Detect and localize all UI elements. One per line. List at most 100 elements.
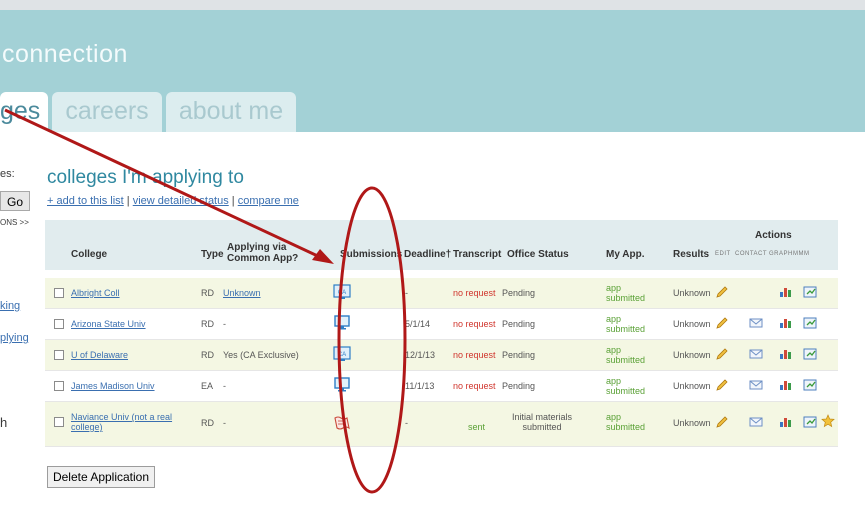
office-status: Pending <box>502 319 536 329</box>
type-cell: RD <box>201 350 214 360</box>
view-detailed-status-link[interactable]: view detailed status <box>133 195 229 207</box>
compare-me-link[interactable]: compare me <box>238 195 299 207</box>
deadline-cell: 11/1/13 <box>405 381 435 391</box>
svg-text:CA: CA <box>338 290 346 296</box>
add-to-list-link[interactable]: + add to this list <box>47 195 124 207</box>
graph-bar-icon[interactable] <box>779 379 793 391</box>
row-checkbox[interactable] <box>54 381 64 391</box>
deadline-cell: - <box>405 418 408 428</box>
link-separator: | <box>228 195 238 207</box>
sidebar-options-link[interactable]: ONS >> <box>0 218 29 227</box>
my-app-status: app submitted <box>606 345 646 365</box>
sidebar-text-fragment: h <box>0 415 8 430</box>
college-link[interactable]: James Madison Univ <box>71 381 155 391</box>
row-checkbox[interactable] <box>54 417 64 427</box>
college-link[interactable]: U of Delaware <box>71 350 128 360</box>
col-mmm: MMM <box>793 251 810 257</box>
common-app-icon[interactable]: CA <box>333 284 351 300</box>
delete-application-button[interactable]: Delete Application <box>47 466 155 488</box>
transcript-status: sent <box>468 422 486 432</box>
row-checkbox[interactable] <box>54 319 64 329</box>
mmm-icon[interactable] <box>803 317 817 329</box>
office-status: Initial materials submitted <box>511 412 573 432</box>
common-app-icon[interactable]: CA <box>333 346 351 362</box>
table-row: James Madison Univ EA - 11/1/13 no reque… <box>45 371 838 402</box>
sidebar-label-fragment: es: <box>0 168 15 180</box>
my-app-status: app submitted <box>606 314 646 334</box>
list-links: + add to this list | view detailed statu… <box>47 195 299 207</box>
paper-icon[interactable] <box>333 415 351 431</box>
applying-via-link[interactable]: Unknown <box>223 288 261 298</box>
app-window: connection ges careers about me es: Go O… <box>0 0 865 513</box>
table-row: U of Delaware RD Yes (CA Exclusive) CA 1… <box>45 340 838 371</box>
graph-bar-icon[interactable] <box>779 416 793 428</box>
deadline-cell: 5/1/14 <box>405 319 431 329</box>
col-contact: CONTACT <box>735 251 768 257</box>
applying-via-cell: - <box>223 381 226 391</box>
office-status: Pending <box>502 288 536 298</box>
tab-careers[interactable]: careers <box>52 92 162 132</box>
transcript-status: no request <box>453 319 496 329</box>
edit-pencil-icon[interactable] <box>715 348 729 360</box>
sidebar-link-fragment[interactable]: king <box>0 300 20 312</box>
graph-bar-icon[interactable] <box>779 348 793 360</box>
applying-via-cell: - <box>223 418 226 428</box>
results-cell: Unknown <box>673 381 711 391</box>
row-checkbox[interactable] <box>54 288 64 298</box>
col-deadline[interactable]: Deadline† <box>404 249 451 260</box>
results-cell: Unknown <box>673 350 711 360</box>
graph-bar-icon[interactable] <box>779 286 793 298</box>
office-status: Pending <box>502 350 536 360</box>
col-college[interactable]: College <box>71 249 107 260</box>
col-transcript: Transcript <box>453 249 502 260</box>
top-banner: connection <box>0 10 865 82</box>
mmm-icon[interactable] <box>803 416 817 428</box>
graph-bar-icon[interactable] <box>779 317 793 329</box>
tab-colleges[interactable]: ges <box>0 92 48 132</box>
college-link[interactable]: Albright Coll <box>71 288 120 298</box>
college-link[interactable]: Naviance Univ (not a real college) <box>71 412 191 432</box>
edit-pencil-icon[interactable] <box>715 317 729 329</box>
link-separator: | <box>123 195 133 207</box>
applying-via-cell: - <box>223 319 226 329</box>
my-app-status: app submitted <box>606 412 646 432</box>
go-button[interactable]: Go <box>0 191 30 211</box>
computer-icon[interactable] <box>333 315 351 331</box>
office-status: Pending <box>502 381 536 391</box>
contact-envelope-icon[interactable] <box>749 416 763 428</box>
my-app-status: app submitted <box>606 283 646 303</box>
row-checkbox[interactable] <box>54 350 64 360</box>
col-office-status: Office Status <box>507 249 569 260</box>
results-cell: Unknown <box>673 319 711 329</box>
col-graph: GRAPH <box>769 251 793 257</box>
svg-text:CA: CA <box>338 352 346 358</box>
tab-about-me[interactable]: about me <box>166 92 296 132</box>
col-results: Results <box>673 249 710 260</box>
edit-pencil-icon[interactable] <box>715 379 729 391</box>
table-row: Naviance Univ (not a real college) RD - … <box>45 402 838 447</box>
type-cell: RD <box>201 319 214 329</box>
mmm-icon[interactable] <box>803 348 817 360</box>
deadline-cell: 12/1/13 <box>405 350 436 360</box>
results-cell: Unknown <box>673 288 711 298</box>
sidebar-link-fragment[interactable]: plying <box>0 332 29 344</box>
mmm-icon[interactable] <box>803 286 817 298</box>
col-type[interactable]: Type <box>201 249 224 260</box>
contact-envelope-icon[interactable] <box>749 348 763 360</box>
table-row: Arizona State Univ RD - 5/1/14 no reques… <box>45 309 838 340</box>
college-link[interactable]: Arizona State Univ <box>71 319 146 329</box>
edit-pencil-icon[interactable] <box>715 286 729 298</box>
contact-envelope-icon[interactable] <box>749 317 763 329</box>
computer-icon[interactable] <box>333 377 351 393</box>
table-header: College Type Applying via Common App? Su… <box>45 220 838 270</box>
transcript-status: no request <box>453 381 496 391</box>
contact-envelope-icon[interactable] <box>749 379 763 391</box>
transcript-status: no request <box>453 350 496 360</box>
my-app-status: app submitted <box>606 376 646 396</box>
brand-title: connection <box>2 40 128 68</box>
edit-pencil-icon[interactable] <box>715 416 729 428</box>
mmm-icon[interactable] <box>803 379 817 391</box>
star-icon[interactable] <box>821 414 835 428</box>
type-cell: RD <box>201 288 214 298</box>
deadline-cell: - <box>405 288 408 298</box>
